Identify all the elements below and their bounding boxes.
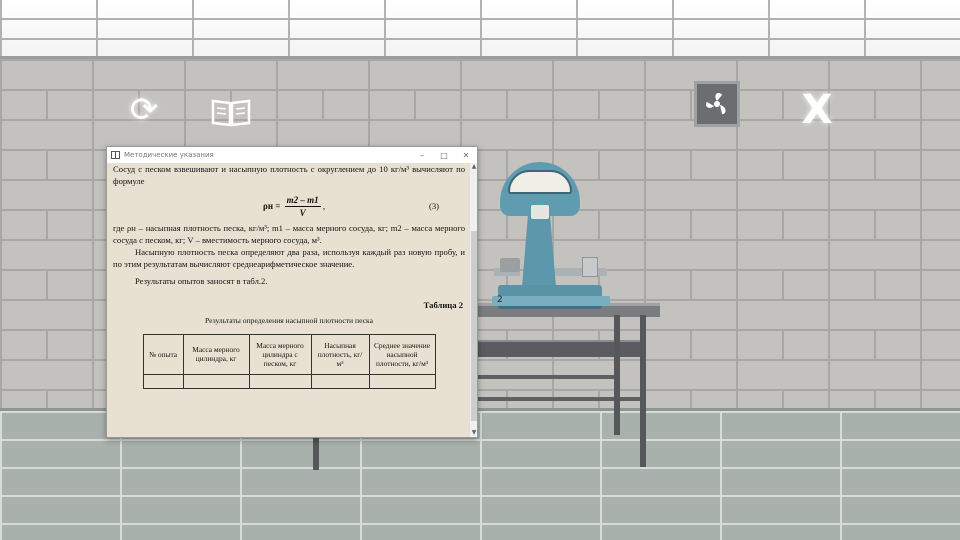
window-title: Методические указания [124, 151, 214, 159]
table-cell [142, 373, 184, 389]
table-header: Масса мерного цилиндра, кг [182, 333, 250, 375]
window-titlebar[interactable]: Методические указания – □ ✕ [107, 147, 477, 163]
instructions-window: Методические указания – □ ✕ Сосуд с песк… [106, 146, 478, 438]
density-formula: ρн = m2 – m1 V , [263, 194, 325, 220]
window-close-button[interactable]: ✕ [455, 151, 477, 160]
formula-tail: , [322, 200, 326, 211]
table-leg [614, 315, 620, 435]
table-title: Результаты определения насыпной плотност… [205, 316, 373, 326]
formula-numerator: m2 – m1 [284, 194, 321, 207]
document-content: Сосуд с песком взвешивают и насыпную пло… [107, 163, 469, 437]
table-row [142, 373, 436, 389]
scale-plate [492, 296, 610, 306]
formula-denominator: V [299, 207, 306, 218]
table-header: Среднее значение насыпной плотности, кг/… [368, 333, 436, 375]
book-icon-svg [211, 99, 251, 127]
paragraph: где ρн – насыпная плотность песка, кг/м³… [113, 222, 465, 245]
scroll-thumb[interactable] [471, 231, 477, 421]
table-header: Масса мерного цилиндра с песком, кг [248, 333, 312, 375]
paragraph: Сосуд с песком взвешивают и насыпную пло… [113, 164, 465, 187]
table-leg [640, 315, 646, 467]
vertical-scrollbar[interactable]: ▲ ▼ [469, 163, 477, 437]
exit-icon[interactable]: X [795, 87, 839, 133]
scroll-down-arrow[interactable]: ▼ [470, 429, 478, 437]
refresh-icon[interactable]: ⟳ [122, 88, 166, 132]
ceiling [0, 0, 960, 58]
ceiling-rib [0, 18, 960, 20]
paragraph: Насыпную плотность песка определяют два … [113, 247, 465, 270]
lab-table-rail [470, 375, 620, 379]
scale-dial [508, 170, 572, 194]
weights-set[interactable] [500, 258, 520, 272]
table-header: Насыпная плотность, кг/м³ [310, 333, 370, 375]
book-icon[interactable] [209, 90, 253, 134]
scroll-up-arrow[interactable]: ▲ [470, 163, 478, 171]
scale-badge [531, 205, 549, 219]
table-cell [310, 373, 370, 389]
table-cell [248, 373, 312, 389]
scale-number-label: 2 [497, 295, 503, 305]
formula-fraction: m2 – m1 V [284, 194, 321, 220]
ceiling-rib [0, 38, 960, 40]
book-app-icon [111, 151, 120, 159]
formula-row: ρн = m2 – m1 V , (3) [113, 192, 465, 220]
formula-lhs: ρн = [263, 200, 281, 211]
fan-icon[interactable] [694, 81, 740, 127]
measuring-cylinder[interactable] [582, 257, 598, 277]
scale-pan[interactable] [555, 268, 607, 276]
table-header-row: № опыта Масса мерного цилиндра, кг Масса… [142, 333, 436, 375]
table-header: № опыта [142, 333, 184, 375]
table-cell [182, 373, 250, 389]
fan-icon-svg [705, 93, 726, 115]
table-cell [368, 373, 436, 389]
table-caption: Таблица 2 [423, 300, 463, 311]
minimize-button[interactable]: – [411, 151, 433, 160]
formula-number: (3) [429, 200, 440, 211]
results-table: № опыта Масса мерного цилиндра, кг Масса… [142, 333, 436, 389]
paragraph: Результаты опытов заносят в табл.2. [135, 275, 268, 286]
maximize-button[interactable]: □ [433, 151, 455, 160]
